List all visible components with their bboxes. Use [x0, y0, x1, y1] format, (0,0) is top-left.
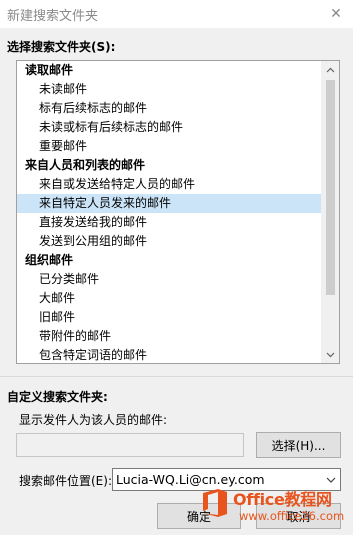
group-header: 读取邮件	[25, 63, 74, 77]
custom-folder-label: 自定义搜索文件夹:	[7, 390, 108, 404]
chevron-up-icon	[326, 67, 335, 72]
folder-list-item[interactable]: 来自特定人员发来的邮件	[17, 194, 322, 213]
folder-list-item[interactable]: 标有后续标志的邮件	[17, 99, 322, 118]
folder-list-item[interactable]: 来自或发送给特定人员的邮件	[17, 175, 322, 194]
close-icon: ✕	[330, 6, 342, 22]
scroll-thumb[interactable]	[326, 80, 335, 295]
watermark: Office教程网 www.office26.com	[199, 484, 351, 532]
folder-list-item[interactable]: 包含特定词语的邮件	[17, 346, 322, 363]
folder-list-item[interactable]: 旧邮件	[17, 308, 322, 327]
group-header: 来自人员和列表的邮件	[25, 158, 146, 172]
scroll-down-button[interactable]	[322, 346, 339, 363]
section-divider	[0, 376, 353, 377]
sender-input	[16, 433, 244, 457]
folder-list-item[interactable]: 发送到公用组的邮件	[17, 232, 322, 251]
folder-list-item[interactable]: 重要邮件	[17, 137, 322, 156]
folder-list-item[interactable]: 大邮件	[17, 289, 322, 308]
new-search-folder-dialog: 新建搜索文件夹 ✕ 选择搜索文件夹(S): 读取邮件未读邮件 标有后续标志的邮件未…	[0, 0, 353, 535]
watermark-title: Office教程网	[233, 490, 332, 509]
group-header: 组织邮件	[25, 253, 74, 267]
folder-list-item[interactable]: 未读邮件	[17, 80, 322, 99]
close-button[interactable]: ✕	[319, 0, 353, 28]
office-logo-icon	[203, 489, 227, 517]
sender-label: 显示发件人为该人员的邮件:	[19, 413, 168, 427]
folder-list-item[interactable]: 带附件的邮件	[17, 327, 322, 346]
folder-list-item[interactable]: 未读或标有后续标志的邮件	[17, 118, 322, 137]
folder-list-content: 读取邮件未读邮件 标有后续标志的邮件 未读或标有后续标志的邮件 重要邮件来自人员和列表…	[17, 61, 322, 363]
folder-list-item[interactable]: 已分类邮件	[17, 270, 322, 289]
select-folder-label: 选择搜索文件夹(S):	[7, 40, 116, 54]
scroll-up-button[interactable]	[322, 61, 339, 78]
search-folder-list[interactable]: 读取邮件未读邮件 标有后续标志的邮件 未读或标有后续标志的邮件 重要邮件来自人员和列表…	[16, 60, 340, 364]
title-bar: 新建搜索文件夹 ✕	[0, 0, 353, 28]
dialog-title: 新建搜索文件夹	[7, 9, 99, 24]
chevron-down-icon	[326, 477, 336, 483]
choose-button-label: 选择(H)...	[271, 438, 326, 453]
location-label: 搜索邮件位置(E):	[19, 474, 112, 488]
list-scrollbar[interactable]	[321, 61, 339, 363]
choose-button[interactable]: 选择(H)...	[256, 432, 341, 458]
watermark-url: www.office26.com	[239, 509, 345, 523]
folder-list-item[interactable]: 直接发送给我的邮件	[17, 213, 322, 232]
chevron-down-icon	[326, 352, 335, 357]
